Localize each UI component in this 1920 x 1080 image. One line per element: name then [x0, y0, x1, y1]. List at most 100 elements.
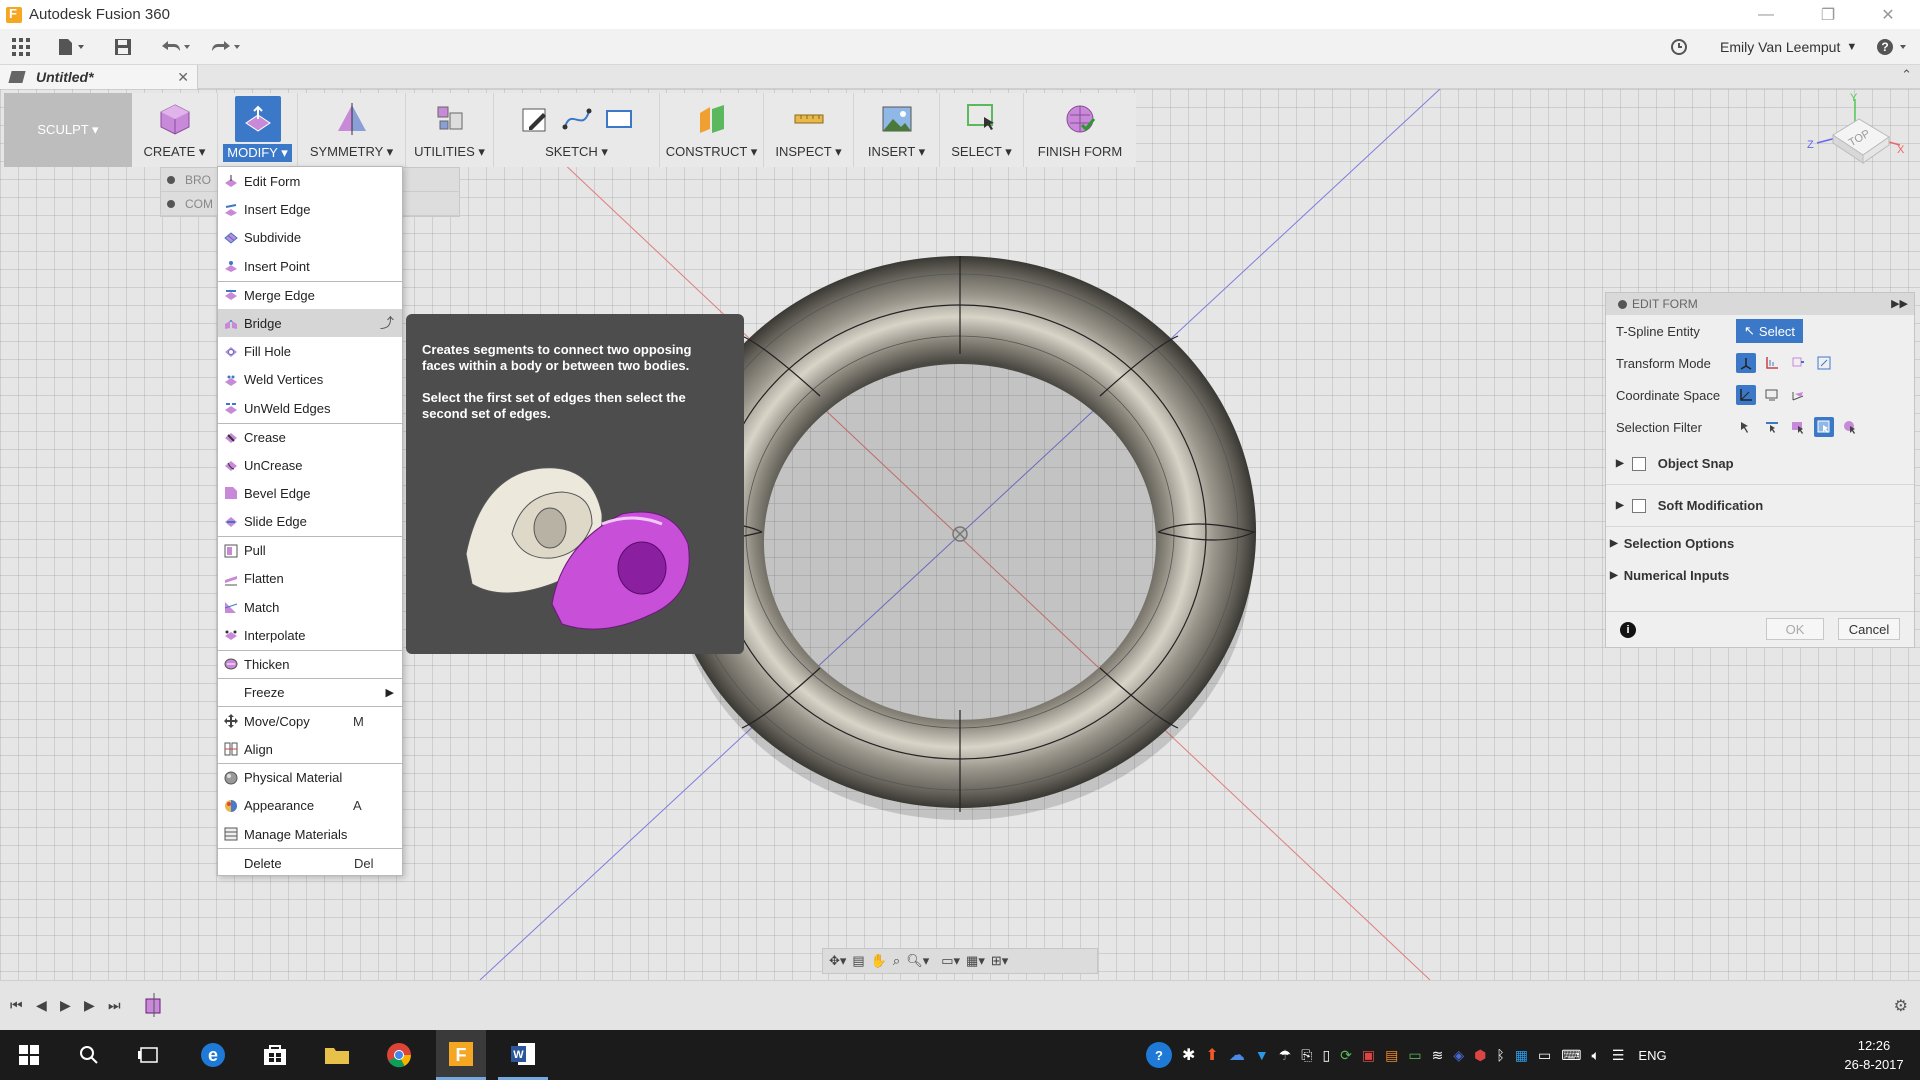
ribbon-inspect-label[interactable]: INSPECT ▾ — [775, 144, 841, 160]
menu-item-subdivide[interactable]: Subdivide — [218, 224, 402, 252]
ribbon-construct[interactable]: CONSTRUCT ▾ — [660, 93, 764, 167]
pan-icon[interactable]: ✋ — [871, 953, 887, 969]
play-icon[interactable]: ▶ — [60, 997, 71, 1014]
edge-browser-icon[interactable]: e — [188, 1030, 238, 1080]
ribbon-finish-form-label[interactable]: FINISH FORM — [1038, 144, 1123, 159]
vertex-filter-icon[interactable] — [1736, 417, 1756, 437]
ribbon-select-label[interactable]: SELECT ▾ — [951, 144, 1011, 160]
bluetooth-icon[interactable]: ᛒ — [1496, 1047, 1504, 1063]
zoom-window-icon[interactable]: ⌕ — [893, 953, 900, 969]
display-settings-icon[interactable]: ▭▾ — [941, 953, 960, 969]
orbit-icon[interactable]: ✥▾ — [829, 953, 846, 969]
windows-start-icon[interactable] — [4, 1030, 54, 1080]
go-to-end-icon[interactable]: ⏭ — [108, 997, 121, 1014]
menu-item-pull[interactable]: Pull — [218, 536, 402, 564]
sync-tray-icon[interactable]: ⟳ — [1340, 1047, 1352, 1064]
ribbon-insert-label[interactable]: INSERT ▾ — [868, 144, 925, 160]
ribbon-symmetry-label[interactable]: SYMMETRY ▾ — [310, 144, 393, 160]
look-at-icon[interactable]: ▤ — [852, 953, 864, 969]
ribbon-create[interactable]: CREATE ▾ — [132, 93, 218, 167]
ribbon-utilities[interactable]: UTILITIES ▾ — [406, 93, 494, 167]
device-tray-icon[interactable]: ▯ — [1322, 1047, 1330, 1064]
action-center-icon[interactable]: ☰ — [1612, 1047, 1625, 1064]
grid-icon[interactable] — [12, 35, 30, 59]
menu-item-bridge[interactable]: Bridge ⤴ — [218, 308, 402, 338]
antivirus-tray-icon[interactable]: ⬢ — [1474, 1047, 1486, 1064]
menu-item-insert-edge[interactable]: Insert Edge — [218, 195, 402, 223]
network-tray-icon[interactable]: ▼ — [1255, 1047, 1269, 1063]
system-clock[interactable]: 12:26 26-8-2017 — [1834, 1036, 1914, 1074]
vpn-tray-icon[interactable]: ◈ — [1453, 1047, 1464, 1064]
menu-item-unweld-edges[interactable]: UnWeld Edges — [218, 394, 402, 422]
history-icon[interactable] — [1670, 35, 1688, 59]
file-icon[interactable] — [58, 35, 86, 59]
multi-transform-icon[interactable] — [1736, 353, 1756, 373]
edge-filter-icon[interactable] — [1762, 417, 1782, 437]
menu-item-manage-materials[interactable]: Manage Materials — [218, 820, 402, 848]
viewcube[interactable]: TOP Y Z X — [1805, 93, 1915, 203]
collapse-dot-icon[interactable] — [1618, 299, 1627, 309]
cancel-button[interactable]: Cancel — [1838, 618, 1900, 640]
menu-item-appearance[interactable]: Appearance A — [218, 792, 402, 820]
expand-arrow-icon[interactable]: ▶▶ — [1891, 297, 1908, 310]
menu-item-weld-vertices[interactable]: Weld Vertices — [218, 366, 402, 394]
ribbon-sketch-label[interactable]: SKETCH ▾ — [545, 144, 608, 160]
monitor-tray-icon[interactable]: ▭ — [1538, 1047, 1551, 1064]
upload-tray-icon[interactable]: ⬆ — [1205, 1045, 1218, 1065]
workspace-switcher[interactable]: SCULPT ▾ — [4, 93, 132, 167]
menu-item-insert-point[interactable]: Insert Point — [218, 252, 402, 280]
search-icon[interactable] — [64, 1030, 114, 1080]
soft-modification-checkbox[interactable] — [1631, 498, 1646, 513]
minimize-button[interactable]: — — [1738, 0, 1794, 29]
language-indicator[interactable]: ENG — [1638, 1048, 1666, 1063]
onedrive-icon[interactable]: ☁ — [1229, 1045, 1245, 1065]
menu-item-merge-edge[interactable]: Merge Edge — [218, 280, 402, 309]
select-entity-button[interactable]: ↖ Select — [1736, 319, 1804, 343]
word-icon[interactable]: W — [498, 1030, 548, 1080]
redo-icon[interactable] — [210, 35, 242, 59]
restore-button[interactable]: ❐ — [1800, 0, 1856, 29]
object-filter-icon[interactable] — [1840, 417, 1860, 437]
scale-icon[interactable] — [1814, 353, 1834, 373]
store-icon[interactable] — [250, 1030, 300, 1080]
gear-icon[interactable]: ⚙ — [1894, 996, 1908, 1016]
menu-item-physical-material[interactable]: Physical Material — [218, 763, 402, 791]
help-icon[interactable]: ? — [1876, 35, 1910, 59]
ok-button[interactable]: OK — [1766, 618, 1824, 640]
menu-item-freeze[interactable]: Freeze ▶ — [218, 678, 402, 706]
menu-item-thicken[interactable]: Thicken — [218, 649, 402, 678]
ribbon-modify[interactable]: MODIFY ▾ — [218, 93, 298, 167]
rotate-icon[interactable] — [1788, 353, 1808, 373]
ribbon-insert[interactable]: INSERT ▾ — [854, 93, 940, 167]
step-forward-icon[interactable]: ▶ — [84, 997, 95, 1014]
chrome-icon[interactable] — [374, 1030, 424, 1080]
world-space-icon[interactable] — [1736, 385, 1756, 405]
form-feature-icon[interactable] — [144, 993, 164, 1020]
close-tab-icon[interactable]: ✕ — [177, 69, 189, 86]
ribbon-select[interactable]: SELECT ▾ — [940, 93, 1024, 167]
panel-header[interactable]: EDIT FORM ▶▶ — [1606, 293, 1914, 315]
menu-item-crease[interactable]: Crease — [218, 422, 402, 451]
help-tray-icon[interactable]: ? — [1146, 1042, 1172, 1068]
touch-keyboard-icon[interactable]: ⌨ — [1561, 1047, 1581, 1064]
menu-item-match[interactable]: Match — [218, 593, 402, 621]
battery-tray-icon[interactable]: ▭ — [1408, 1047, 1421, 1064]
task-view-icon[interactable] — [124, 1030, 174, 1080]
undo-icon[interactable] — [160, 35, 192, 59]
pdf-tray-icon[interactable]: ▣ — [1362, 1047, 1375, 1064]
ribbon-symmetry[interactable]: SYMMETRY ▾ — [298, 93, 406, 167]
menu-item-edit-form[interactable]: Edit Form — [218, 167, 402, 195]
view-space-icon[interactable] — [1762, 385, 1782, 405]
menu-item-slide-edge[interactable]: Slide Edge — [218, 508, 402, 536]
selection-options-section[interactable]: ▶ Selection Options — [1606, 527, 1914, 559]
local-space-icon[interactable] — [1788, 385, 1808, 405]
ribbon-utilities-label[interactable]: UTILITIES ▾ — [414, 144, 485, 160]
grid-settings-icon[interactable]: ▦▾ — [966, 953, 985, 969]
ribbon-finish-form[interactable]: FINISH FORM — [1024, 93, 1136, 167]
step-back-icon[interactable]: ◀ — [36, 997, 47, 1014]
go-to-start-icon[interactable]: ⏮ — [10, 997, 23, 1014]
wifi-tray-icon[interactable]: ≋ — [1432, 1047, 1444, 1064]
translate-icon[interactable] — [1762, 353, 1782, 373]
save-icon[interactable] — [115, 35, 131, 59]
menu-item-uncrease[interactable]: UnCrease — [218, 451, 402, 479]
